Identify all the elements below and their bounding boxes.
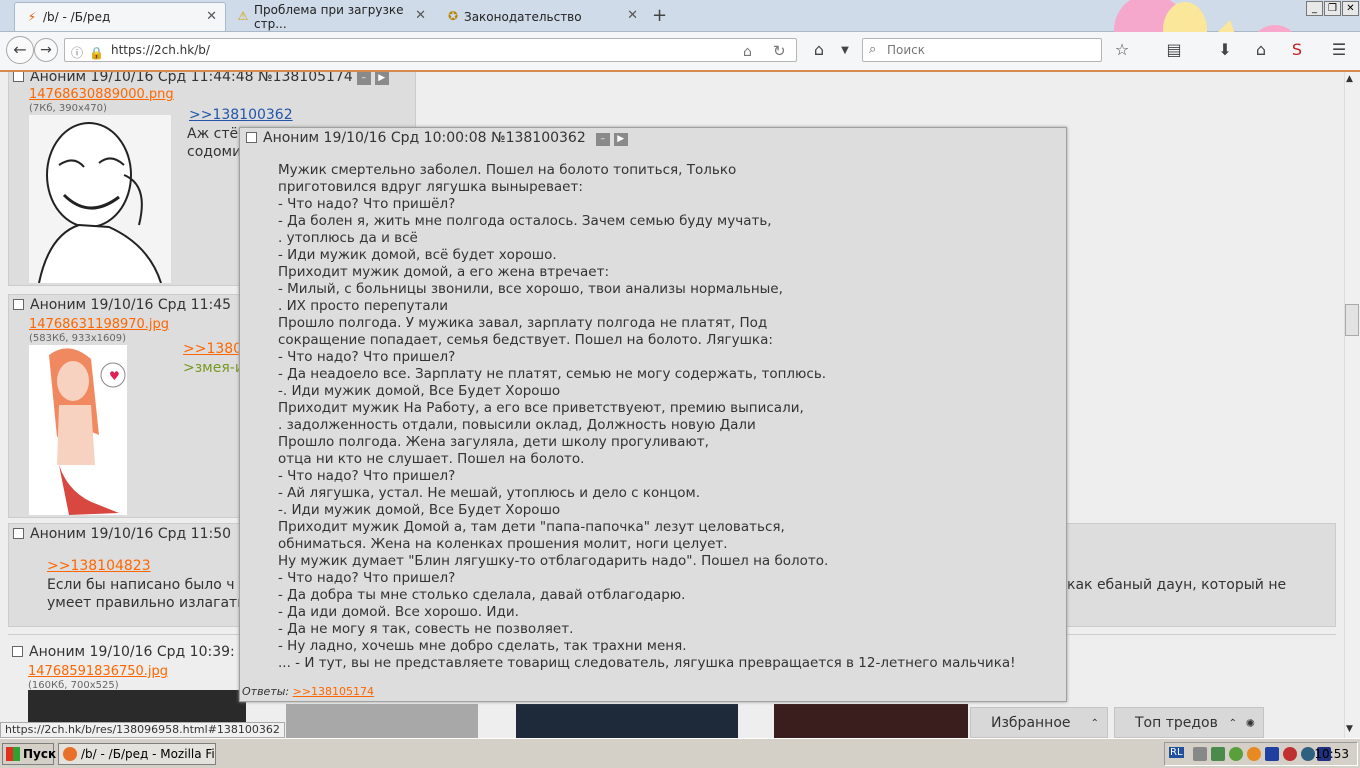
lightning-icon: ⚡	[27, 10, 37, 24]
app-icon-orange[interactable]	[1247, 747, 1261, 761]
url-text: https://2ch.hk/b/	[111, 43, 210, 57]
search-placeholder: Поиск	[887, 43, 926, 57]
svg-text:♥: ♥	[109, 369, 120, 383]
start-button[interactable]: Пуск	[2, 743, 56, 765]
info-icon[interactable]: ⓘ	[71, 42, 83, 64]
app-icon-blue[interactable]	[1265, 747, 1279, 761]
tab-title: Проблема при загрузке стр...	[254, 2, 404, 31]
file-info: (7Кб, 390x470)	[29, 103, 107, 114]
post-checkbox[interactable]	[13, 528, 24, 539]
close-icon[interactable]: ✕	[415, 8, 426, 23]
home-button-icon[interactable]: ⌂	[1250, 40, 1272, 59]
post-checkbox[interactable]	[13, 299, 24, 310]
post-checkbox[interactable]	[246, 132, 257, 143]
hide-icon[interactable]: –	[595, 133, 610, 146]
status-url: https://2ch.hk/b/res/138096958.html#1381…	[0, 722, 285, 738]
close-icon[interactable]: ✕	[206, 9, 217, 24]
reply-link[interactable]: >>138100362	[189, 107, 293, 123]
file-info: (583Кб, 933x1609)	[29, 333, 126, 344]
expand-icon[interactable]: ▶	[613, 133, 628, 146]
home-icon[interactable]: ⌂	[808, 40, 830, 59]
tab-title: /b/ - /Б/ред	[43, 10, 111, 24]
post-text: Если бы написано было ч умеет правильно …	[47, 577, 246, 611]
popup-body: Мужик смертельно заболел. Пошел на болот…	[278, 162, 1016, 671]
top-threads-panel[interactable]: Топ тредов ⌃ ✺	[1114, 707, 1264, 738]
file-link[interactable]: 14768591836750.jpg	[28, 664, 168, 679]
post-checkbox[interactable]	[12, 646, 23, 657]
post-header: Аноним 19/10/16 Срд 11:45	[13, 297, 231, 313]
greentext: >змея-и	[183, 360, 244, 376]
vertical-scrollbar[interactable]	[1344, 72, 1360, 738]
bookmark-star-icon[interactable]: ☆	[1111, 40, 1133, 59]
shield-icon[interactable]	[1301, 747, 1315, 761]
file-link[interactable]: 14768631198970.jpg	[29, 317, 169, 332]
tab-title: Законодательство	[464, 9, 582, 24]
download-icon[interactable]: ⬇	[1214, 40, 1236, 59]
hide-icon[interactable]: –	[356, 72, 371, 85]
taskbar-firefox-window[interactable]: /b/ - /Б/ред - Mozilla Fire...	[58, 743, 216, 765]
post-header: Аноним 19/10/16 Срд 10:39:	[12, 644, 235, 660]
windows-logo-icon	[6, 747, 20, 761]
url-bar[interactable]: ⓘ 🔒 https://2ch.hk/b/ ⌂ ↻	[64, 38, 797, 62]
maximize-button[interactable]: ❐	[1324, 1, 1341, 16]
chevron-up-icon[interactable]: ⌃	[1091, 708, 1099, 739]
tab-law[interactable]: ✪ Законодательство ✕	[436, 2, 646, 31]
post-header: Аноним 19/10/16 Срд 11:44:48 №138105174–…	[13, 72, 389, 85]
lock-icon: 🔒	[89, 46, 104, 60]
post-2: Аноним 19/10/16 Срд 11:45 14768631198970…	[8, 294, 258, 518]
expand-icon[interactable]: ▶	[374, 72, 389, 85]
firefox-icon	[63, 747, 77, 761]
forward-button[interactable]: →	[34, 38, 58, 62]
network-icon[interactable]	[1211, 747, 1225, 761]
printer-icon[interactable]	[1193, 747, 1207, 761]
back-button[interactable]: ←	[6, 36, 34, 64]
addon-icon[interactable]: ▤	[1146, 40, 1202, 59]
post-preview-popup: Аноним 19/10/16 Срд 10:00:08 №138100362–…	[239, 127, 1067, 702]
minimize-button[interactable]: _	[1306, 1, 1323, 16]
close-icon[interactable]: ✕	[627, 8, 638, 23]
reload-icon[interactable]: ↻	[773, 40, 786, 62]
post-image[interactable]	[774, 704, 968, 738]
chevron-up-icon[interactable]: ⌃	[1229, 708, 1237, 739]
menu-icon[interactable]: ☰	[1328, 40, 1350, 59]
tab-problem[interactable]: ⚠ Проблема при загрузке стр... ✕	[226, 2, 434, 31]
tab-b[interactable]: ⚡ /b/ - /Б/ред ✕	[14, 2, 226, 31]
app-icon-red[interactable]	[1283, 747, 1297, 761]
file-link[interactable]: 14768630889000.png	[29, 87, 174, 102]
emblem-icon: ✪	[447, 9, 459, 23]
reply-link[interactable]: >>1380	[183, 341, 242, 357]
language-indicator[interactable]: RL	[1169, 747, 1184, 758]
scroll-thumb[interactable]	[1345, 304, 1359, 336]
popup-replies: Ответы: >>138105174	[242, 685, 375, 698]
close-window-button[interactable]: ✕	[1342, 1, 1359, 16]
extension-icon[interactable]: S	[1286, 40, 1308, 59]
scroll-up-arrow[interactable]: ▲	[1346, 74, 1353, 84]
post-checkbox[interactable]	[13, 72, 24, 82]
reply-link[interactable]: >>138104823	[47, 558, 151, 574]
home-site-icon[interactable]: ⌂	[743, 41, 752, 63]
warning-icon: ⚠	[237, 9, 249, 23]
loading-icon: ✺	[1245, 717, 1255, 730]
system-tray: RL 10:53	[1164, 742, 1358, 766]
new-tab-button[interactable]: +	[652, 5, 667, 26]
post-text-tail: как ебаный даун, который не	[1067, 577, 1287, 593]
reply-backlink[interactable]: >>138105174	[293, 685, 374, 698]
post-image[interactable]	[286, 704, 478, 738]
post-image[interactable]: ♥	[29, 345, 127, 515]
utorrent-icon[interactable]	[1229, 747, 1243, 761]
chevron-down-icon[interactable]: ▼	[834, 45, 856, 56]
search-input[interactable]: ⌕ Поиск	[862, 38, 1102, 62]
clock: 10:53	[1314, 747, 1349, 761]
search-icon: ⌕	[869, 42, 877, 57]
popup-header: Аноним 19/10/16 Срд 10:00:08 №138100362–…	[246, 130, 628, 146]
post-header: Аноним 19/10/16 Срд 11:50	[13, 526, 231, 542]
post-image[interactable]	[29, 115, 171, 283]
scroll-down-arrow[interactable]: ▼	[1346, 724, 1353, 734]
taskbar: Пуск /b/ - /Б/ред - Mozilla Fire... RL 1…	[0, 738, 1360, 768]
favorites-panel[interactable]: Избранное ⌃	[970, 707, 1108, 738]
post-image[interactable]	[516, 704, 738, 738]
